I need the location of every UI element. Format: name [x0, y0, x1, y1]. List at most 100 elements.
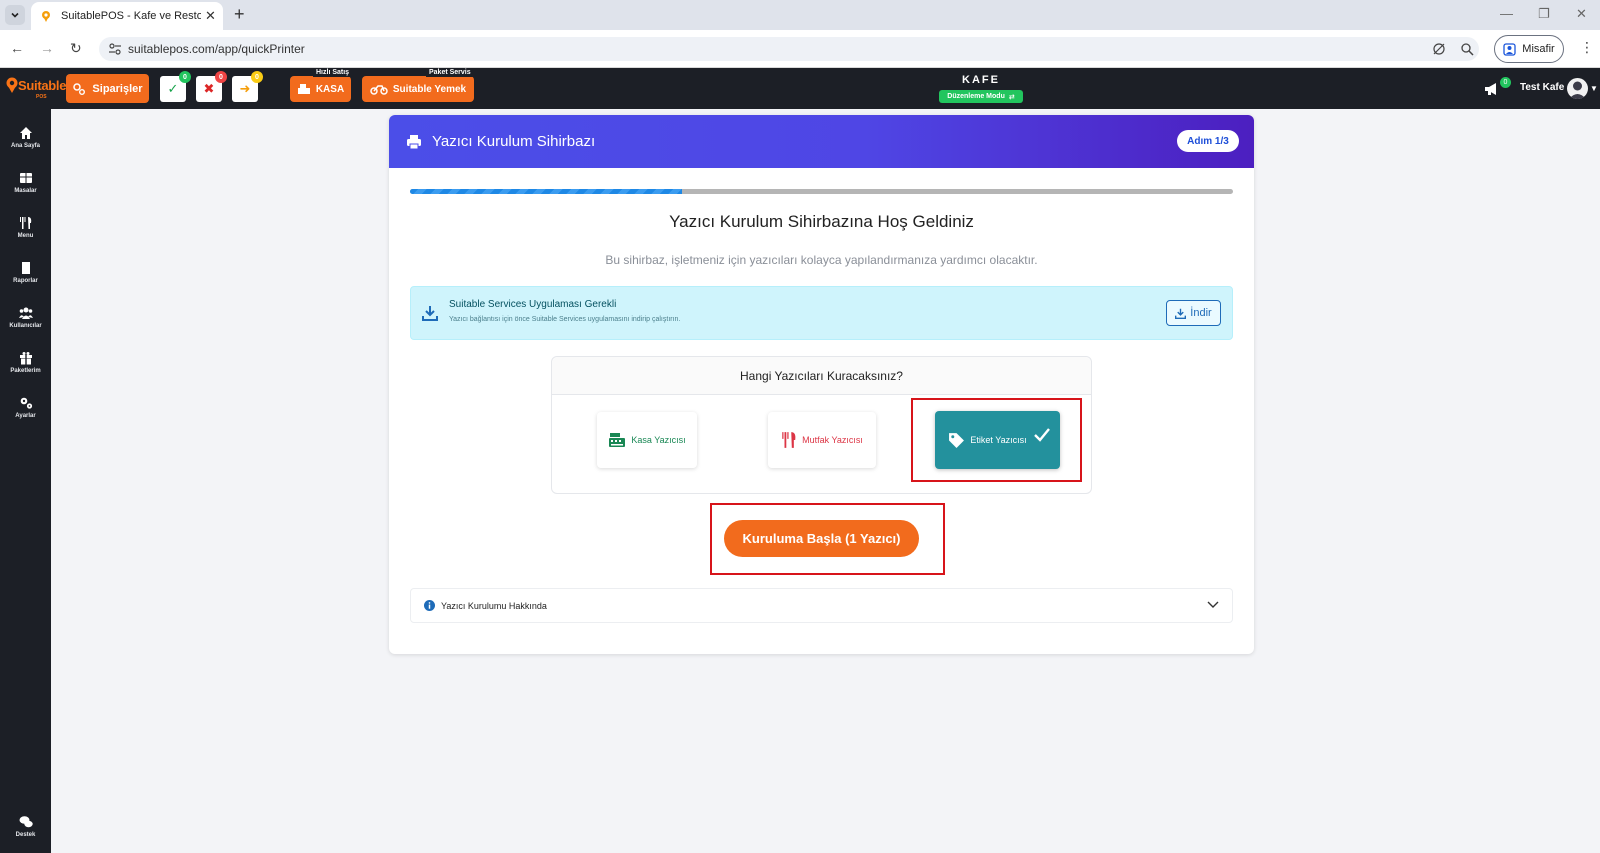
logo-text: Suitable: [18, 77, 67, 93]
sidebar-item-tables[interactable]: Masalar: [0, 171, 51, 194]
package-tag: Paket Servis: [426, 68, 474, 77]
logo-sub: POS: [36, 94, 47, 100]
download-icon: [422, 306, 438, 321]
forward-icon[interactable]: →: [40, 40, 54, 56]
utensils-icon: [782, 432, 796, 448]
progress-fill: [410, 189, 682, 194]
branch-title: KAFE: [962, 74, 1000, 86]
chat-icon: [19, 816, 33, 828]
user-name[interactable]: Test Kafe: [1520, 82, 1564, 93]
user-menu-caret-icon[interactable]: ▼: [1590, 84, 1598, 93]
wizard-title: Yazıcı Kurulum Sihirbazına Hoş Geldiniz: [669, 212, 974, 231]
chevron-down-icon: [1207, 601, 1219, 608]
quick-sale-button[interactable]: Hızlı Satış KASA: [290, 68, 353, 102]
download-icon: [1175, 308, 1187, 319]
back-icon[interactable]: ←: [10, 40, 24, 56]
printer-wizard-card: Yazıcı Kurulum Sihirbazı Adım 1/3 Yazıcı…: [389, 115, 1254, 654]
tab-title: SuitablePOS - Kafe ve Restoran: [61, 10, 201, 22]
info-icon: [424, 600, 435, 611]
browser-tabbar: SuitablePOS - Kafe ve Restoran ✕ + — ❐ ✕: [0, 0, 1600, 30]
chevron-down-icon: [11, 12, 19, 18]
wizard-subtitle: Bu sihirbaz, işletmeniz için yazıcıları …: [605, 253, 1038, 267]
quick-sale-tag: Hızlı Satış: [313, 68, 353, 77]
cogs-icon: [20, 397, 32, 409]
profile-button[interactable]: Misafir: [1494, 35, 1564, 63]
reload-icon[interactable]: ↻: [70, 40, 82, 57]
url-bar[interactable]: suitablepos.com/app/quickPrinter: [99, 37, 1479, 61]
highlight-selected-printer: [911, 398, 1082, 482]
printer-setup-info-accordion[interactable]: Yazıcı Kurulumu Hakkında: [410, 588, 1233, 623]
exchange-icon: ⇄: [1008, 93, 1015, 101]
site-settings-icon[interactable]: [108, 42, 122, 56]
tab-search-button[interactable]: [5, 5, 25, 25]
sidebar-item-packages[interactable]: Paketlerim: [0, 351, 51, 374]
users-icon: [18, 307, 33, 319]
minimize-icon[interactable]: —: [1500, 6, 1513, 21]
home-icon: [19, 127, 32, 139]
guest-profile-icon: [1503, 42, 1516, 56]
sidebar-item-settings[interactable]: Ayarlar: [0, 396, 51, 419]
gift-icon: [19, 352, 32, 365]
check-icon: ✓: [167, 81, 179, 96]
alert-text: Yazıcı bağlantısı için önce Suitable Ser…: [449, 316, 681, 323]
printer-option-kitchen[interactable]: Mutfak Yazıcısı: [768, 412, 876, 468]
zoom-icon[interactable]: [1460, 42, 1474, 59]
wizard-header: Yazıcı Kurulum Sihirbazı Adım 1/3: [389, 115, 1254, 168]
browser-menu-icon[interactable]: ⋮: [1580, 39, 1594, 56]
edit-mode-toggle[interactable]: Düzenleme Modu ⇄: [939, 90, 1023, 103]
avatar[interactable]: [1567, 78, 1588, 99]
forwarded-orders-button[interactable]: ➜ 0: [232, 71, 263, 102]
cash-register-icon: [609, 433, 626, 447]
profile-label: Misafir: [1522, 43, 1555, 55]
suitable-favicon-icon: [42, 11, 50, 22]
highlight-start-button: [710, 503, 945, 575]
cash-register-icon: [297, 84, 310, 94]
tracking-blocked-icon[interactable]: [1432, 42, 1446, 59]
printer-icon: [407, 134, 421, 149]
approved-orders-button[interactable]: ✓ 0: [160, 71, 191, 102]
table-icon: [19, 173, 32, 183]
pin-logo-icon: [6, 77, 18, 93]
restore-icon[interactable]: ❐: [1538, 6, 1550, 22]
download-label: İndir: [1190, 307, 1212, 319]
user-avatar-icon: [1569, 81, 1586, 99]
step-badge: Adım 1/3: [1177, 130, 1239, 152]
new-tab-icon[interactable]: +: [234, 4, 245, 25]
cogs-icon: [73, 82, 86, 95]
printer-option-label: Kasa Yazıcısı: [631, 435, 686, 445]
sidebar-item-support[interactable]: Destek: [0, 815, 51, 838]
edit-mode-label: Düzenleme Modu: [947, 93, 1005, 100]
download-button[interactable]: İndir: [1166, 300, 1221, 326]
utensils-icon: [19, 217, 31, 229]
sidebar-item-home[interactable]: Ana Sayfa: [0, 126, 51, 149]
browser-tab[interactable]: SuitablePOS - Kafe ve Restoran ✕: [31, 2, 223, 30]
sidebar-item-reports[interactable]: Raporlar: [0, 261, 51, 284]
printer-option-label: Mutfak Yazıcısı: [802, 435, 863, 445]
package-label: Suitable Yemek: [392, 83, 467, 95]
browser-addressbar: ← → ↻ suitablepos.com/app/quickPrinter M…: [0, 30, 1600, 68]
printer-question: Hangi Yazıcıları Kuracaksınız?: [552, 357, 1091, 395]
sidebar-item-users[interactable]: Kullanıcılar: [0, 306, 51, 329]
app-topbar: Suitable POS Siparişler ✓ 0 ✖ 0 ➜ 0 Hızl…: [0, 68, 1600, 109]
package-service-button[interactable]: Paket Servis Suitable Yemek: [362, 68, 474, 102]
megaphone-icon[interactable]: [1484, 82, 1500, 96]
approved-count: 0: [179, 71, 191, 83]
rejected-orders-button[interactable]: ✖ 0: [196, 71, 227, 102]
printer-option-cashier[interactable]: Kasa Yazıcısı: [597, 412, 697, 468]
window-close-icon[interactable]: ✕: [1576, 6, 1587, 22]
url-text: suitablepos.com/app/quickPrinter: [128, 42, 305, 56]
x-icon: ✖: [203, 81, 215, 96]
wizard-header-title: Yazıcı Kurulum Sihirbazı: [432, 133, 596, 150]
alert-title: Suitable Services Uygulaması Gerekli: [449, 299, 617, 310]
rejected-count: 0: [215, 71, 227, 83]
tab-close-icon[interactable]: ✕: [205, 8, 216, 24]
orders-button[interactable]: Siparişler: [66, 74, 149, 103]
sidebar-item-menu[interactable]: Menu: [0, 216, 51, 239]
app-logo[interactable]: Suitable POS: [6, 77, 67, 100]
accordion-label: Yazıcı Kurulumu Hakkında: [441, 600, 547, 611]
notification-count: 0: [1500, 77, 1511, 88]
sidebar: Ana Sayfa Masalar Menu Raporlar Kullanıc…: [0, 109, 51, 853]
forwarded-count: 0: [251, 71, 263, 83]
orders-label: Siparişler: [92, 82, 143, 95]
services-required-alert: Suitable Services Uygulaması Gerekli Yaz…: [410, 286, 1233, 340]
